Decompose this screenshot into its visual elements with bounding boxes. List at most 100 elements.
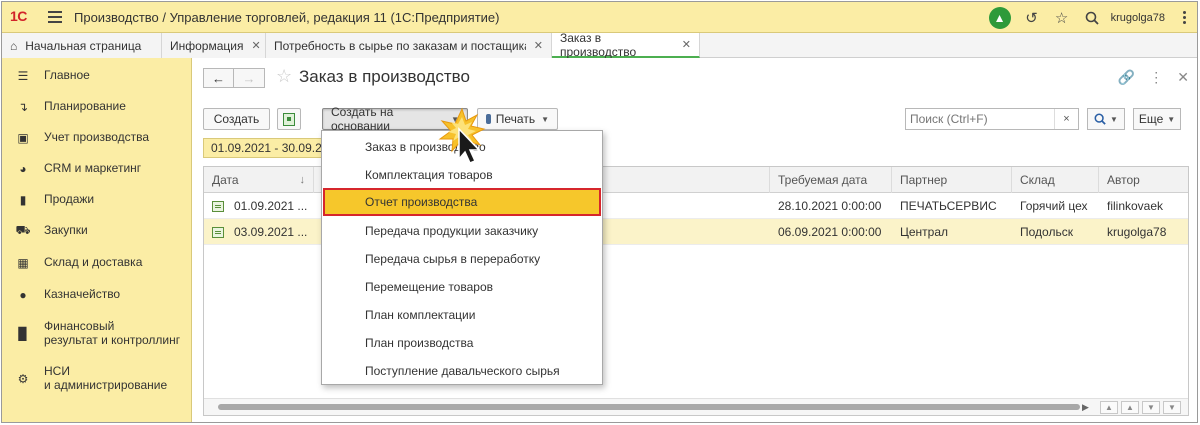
cell-partner: Централ bbox=[900, 225, 949, 239]
menu-item-goods-transfer[interactable]: Перемещение товаров bbox=[322, 273, 602, 301]
forward-button[interactable]: → bbox=[234, 68, 265, 88]
gear-icon: ⚙ bbox=[17, 372, 29, 386]
scroll-bottom-icon[interactable]: ▼ bbox=[1163, 401, 1181, 414]
title-bar-tools: ▲ ↺ ☆ krugolga78 bbox=[988, 6, 1189, 29]
main-menu-icon[interactable] bbox=[48, 11, 62, 23]
sidebar-item-admin[interactable]: ⚙ НСИ и администрирование bbox=[2, 364, 192, 392]
pie-icon: ◕ bbox=[19, 162, 27, 176]
scrollbar-thumb[interactable] bbox=[218, 404, 1080, 410]
cell-warehouse: Подольск bbox=[1020, 225, 1073, 239]
sidebar-label-line2: и администрирование bbox=[44, 378, 168, 392]
clear-search-button[interactable]: × bbox=[1054, 109, 1078, 129]
menu-item-transfer-to-customer[interactable]: Передача продукции заказчику bbox=[322, 217, 602, 245]
close-icon[interactable]: ✕ bbox=[682, 38, 691, 51]
sidebar-item-purchases[interactable]: ⛟ Закупки bbox=[2, 223, 192, 238]
sidebar-item-treasury[interactable]: ● Казначейство bbox=[2, 287, 192, 302]
tab-label: Начальная страница bbox=[25, 38, 142, 53]
create-button[interactable]: Создать bbox=[203, 108, 270, 130]
sort-arrow-icon: ↓ bbox=[299, 174, 306, 186]
close-icon[interactable]: ✕ bbox=[251, 39, 260, 52]
menu-item-production-report[interactable]: Отчет производства bbox=[323, 188, 601, 216]
search-field: × bbox=[905, 108, 1079, 130]
bag-icon: ▮ bbox=[19, 193, 27, 207]
bell-icon[interactable]: ▲ bbox=[988, 6, 1011, 29]
cell-date: 01.09.2021 ... bbox=[234, 199, 308, 213]
app-window: 1С Производство / Управление торговлей, … bbox=[1, 1, 1198, 423]
tab-materials-demand[interactable]: Потребность в сырье по заказам и постащи… bbox=[266, 33, 552, 58]
favorite-star-icon[interactable]: ☆ bbox=[276, 66, 292, 87]
scroll-right-icon[interactable]: ▶ bbox=[1082, 402, 1089, 413]
close-icon[interactable]: ✕ bbox=[1177, 69, 1189, 86]
scroll-down-icon[interactable]: ▼ bbox=[1142, 401, 1160, 414]
menu-item-production-plan[interactable]: План производства bbox=[322, 329, 602, 357]
sidebar-item-production[interactable]: ▣ Учет производства bbox=[2, 130, 192, 145]
chart-icon: ▉ bbox=[18, 327, 28, 341]
cell-author: krugolga78 bbox=[1107, 225, 1167, 239]
menu-item-assembly-plan[interactable]: План комплектации bbox=[322, 301, 602, 329]
sidebar-item-main[interactable]: ☰ Главное bbox=[2, 68, 192, 83]
cell-warehouse: Горячий цех bbox=[1020, 199, 1088, 213]
tab-label: Заказ в производство bbox=[560, 30, 637, 59]
star-icon[interactable]: ☆ bbox=[1051, 7, 1073, 29]
sidebar-item-planning[interactable]: ↴ Планирование bbox=[2, 99, 192, 114]
document-icon bbox=[212, 226, 224, 238]
tab-label: Потребность в сырье по заказам и постащи… bbox=[274, 38, 526, 53]
page-title: Заказ в производство bbox=[299, 67, 470, 86]
close-icon[interactable]: ✕ bbox=[534, 39, 543, 52]
planning-icon: ↴ bbox=[17, 100, 29, 114]
nav-buttons: ← → bbox=[203, 68, 265, 88]
tab-production-order[interactable]: Заказ в производство ✕ bbox=[552, 30, 700, 59]
home-icon: ⌂ bbox=[10, 38, 18, 53]
sidebar-label-line1: НСИ bbox=[44, 364, 70, 378]
cell-required-date: 28.10.2021 0:00:00 bbox=[778, 199, 882, 213]
kebab-menu-icon[interactable]: ⋮ bbox=[1149, 69, 1163, 86]
column-required-date[interactable]: Требуемая дата bbox=[770, 167, 892, 193]
tab-label: Информация bbox=[170, 38, 244, 53]
more-button[interactable]: Еще ▼ bbox=[1133, 108, 1181, 130]
mouse-cursor-icon bbox=[432, 107, 492, 169]
period-filter[interactable]: 01.09.2021 - 30.09.2021 bbox=[203, 138, 328, 158]
column-partner[interactable]: Партнер bbox=[892, 167, 1012, 193]
search-button[interactable]: ▼ bbox=[1087, 108, 1125, 130]
cart-icon: ⛟ bbox=[15, 223, 31, 237]
sidebar-item-warehouse[interactable]: ▦ Склад и доставка bbox=[2, 255, 192, 270]
sidebar-item-sales[interactable]: ▮ Продажи bbox=[2, 192, 192, 207]
search-icon[interactable] bbox=[1081, 7, 1103, 29]
tab-info[interactable]: Информация ✕ bbox=[162, 33, 266, 58]
copy-button[interactable] bbox=[277, 108, 301, 130]
column-warehouse[interactable]: Склад bbox=[1012, 167, 1099, 193]
menu-item-transfer-for-processing[interactable]: Передача сырья в переработку bbox=[322, 245, 602, 273]
column-date[interactable]: Дата ↓ bbox=[204, 167, 314, 193]
menu-icon: ☰ bbox=[17, 69, 29, 83]
sidebar-item-finance[interactable]: ▉ Финансовый результат и контроллинг bbox=[2, 319, 192, 347]
history-icon[interactable]: ↺ bbox=[1021, 7, 1043, 29]
tab-home[interactable]: ⌂ Начальная страница bbox=[2, 33, 162, 58]
cell-date: 03.09.2021 ... bbox=[234, 225, 308, 239]
title-bar: 1С Производство / Управление торговлей, … bbox=[2, 2, 1197, 33]
tabs-bar: ⌂ Начальная страница Информация ✕ Потреб… bbox=[2, 30, 1197, 59]
sidebar-item-crm[interactable]: ◕ CRM и маркетинг bbox=[2, 161, 192, 176]
chevron-down-icon: ▼ bbox=[541, 114, 549, 124]
scroll-up-icon[interactable]: ▲ bbox=[1121, 401, 1139, 414]
cell-required-date: 06.09.2021 0:00:00 bbox=[778, 225, 882, 239]
link-icon[interactable]: 🔗 bbox=[1118, 69, 1135, 86]
horizontal-scrollbar[interactable]: ▶ ▲ ▲ ▼ ▼ bbox=[204, 398, 1188, 415]
factory-icon: ▣ bbox=[17, 131, 29, 145]
copy-icon bbox=[283, 112, 295, 126]
menu-item-tolling-receipt[interactable]: Поступление давальческого сырья bbox=[322, 357, 602, 385]
user-name[interactable]: krugolga78 bbox=[1111, 12, 1165, 24]
search-icon bbox=[1094, 113, 1106, 125]
ruble-icon: ● bbox=[19, 288, 27, 302]
back-button[interactable]: ← bbox=[203, 68, 234, 88]
scroll-top-icon[interactable]: ▲ bbox=[1100, 401, 1118, 414]
cell-partner: ПЕЧАТЬСЕРВИС bbox=[900, 199, 997, 213]
app-title: Производство / Управление торговлей, ред… bbox=[74, 10, 500, 25]
chevron-down-icon: ▼ bbox=[1110, 114, 1118, 124]
column-author[interactable]: Автор bbox=[1099, 167, 1188, 193]
search-input[interactable] bbox=[906, 109, 1054, 129]
sidebar: ☰ Главное ↴ Планирование ▣ Учет производ… bbox=[2, 58, 192, 422]
document-icon bbox=[212, 200, 224, 212]
kebab-menu-icon[interactable] bbox=[1179, 10, 1189, 25]
warehouse-icon: ▦ bbox=[17, 256, 29, 270]
app-logo: 1С bbox=[10, 8, 27, 24]
